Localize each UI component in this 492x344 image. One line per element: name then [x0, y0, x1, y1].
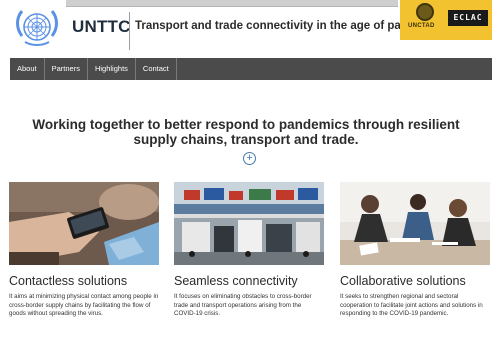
contactless-payment-photo[interactable]: [9, 182, 159, 265]
card-title[interactable]: Collaborative solutions: [340, 274, 490, 288]
nav-item-contact[interactable]: Contact: [136, 58, 177, 80]
expand-plus-icon[interactable]: +: [243, 152, 256, 165]
main-nav: About Partners Highlights Contact: [10, 58, 492, 80]
unctad-emblem-icon: [416, 3, 434, 21]
partner-logos: UNCTAD ECLAC: [400, 0, 492, 40]
top-banner-strip: [66, 0, 398, 7]
card-description: It aims at minimizing physical contact a…: [9, 293, 159, 318]
card-contactless: Contactless solutions It aims at minimiz…: [9, 182, 159, 319]
nav-item-highlights[interactable]: Highlights: [88, 58, 136, 80]
card-description: It focuses on eliminating obstacles to c…: [174, 293, 312, 318]
card-title[interactable]: Seamless connectivity: [174, 274, 324, 288]
nav-item-partners[interactable]: Partners: [45, 58, 88, 80]
card-seamless: Seamless connectivity It focuses on elim…: [174, 182, 324, 319]
hero-title: Working together to better respond to pa…: [32, 117, 460, 147]
nav-item-about[interactable]: About: [10, 58, 45, 80]
trucks-border-crossing-photo[interactable]: [174, 182, 324, 265]
brand-divider: [129, 12, 130, 50]
eclac-logo[interactable]: ECLAC: [448, 10, 488, 26]
card-description: It seeks to strengthen regional and sect…: [340, 293, 483, 318]
card-collaborative: Collaborative solutions It seeks to stre…: [340, 182, 490, 319]
team-meeting-photo[interactable]: [340, 182, 490, 265]
unctad-logo[interactable]: UNCTAD: [408, 3, 442, 35]
site-brand[interactable]: UNTTC: [72, 17, 131, 37]
card-title[interactable]: Contactless solutions: [9, 274, 159, 288]
un-emblem-icon[interactable]: [8, 6, 66, 50]
site-header: UNTTC Transport and trade connectivity i…: [0, 0, 492, 58]
site-tagline: Transport and trade connectivity in the …: [135, 20, 400, 32]
unctad-label: UNCTAD: [408, 23, 435, 29]
